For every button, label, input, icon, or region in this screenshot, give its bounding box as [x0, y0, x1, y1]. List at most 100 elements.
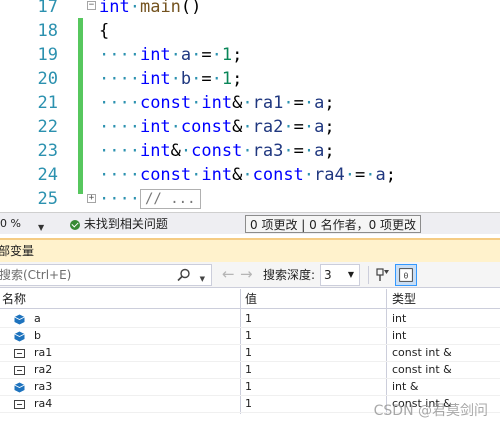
search-depth-select[interactable]: 3 ▼	[320, 264, 360, 286]
indent-marker: ····	[99, 165, 140, 185]
table-row[interactable]: ra3 1 int &	[0, 379, 500, 396]
variable-icon	[14, 382, 25, 393]
table-row[interactable]: a 1 int	[0, 311, 500, 328]
search-depth-value: 3	[324, 268, 332, 282]
row-value[interactable]: 1	[245, 396, 252, 412]
change-indicator-bar	[78, 18, 83, 194]
collapse-icon[interactable]: −	[87, 1, 96, 10]
editor-status-bar: 0 % ▼ 未找到相关问题 0 项更改 | 0 名作者，0 项更改	[0, 212, 500, 234]
search-icon[interactable]	[177, 268, 191, 282]
row-value[interactable]: 1	[245, 328, 252, 344]
variable-icon	[14, 314, 25, 325]
identifier: a	[314, 117, 325, 137]
semicolon: ;	[324, 117, 335, 137]
whitespace-marker: ·	[283, 141, 294, 161]
whitespace-marker: ·	[303, 117, 315, 137]
locals-toolbar: 搜索(Ctrl+E) ▼ ← → 搜索深度: 3 ▼ 0	[0, 262, 500, 288]
row-type: int	[392, 329, 407, 342]
code-line-21: ····const·int&·ra1·=·a;	[99, 91, 335, 115]
ampersand: &	[232, 117, 243, 137]
line-number: 25	[37, 189, 58, 209]
search-placeholder: 搜索(Ctrl+E)	[0, 268, 72, 282]
identifier: ra3	[252, 141, 284, 161]
collapsed-region[interactable]: // ...	[139, 189, 201, 209]
pin-filter-icon[interactable]	[374, 266, 392, 284]
whitespace-marker: ·	[365, 165, 376, 185]
arrow-left-icon[interactable]: ←	[222, 266, 235, 282]
function-name: main	[139, 0, 181, 17]
row-value[interactable]: 1	[245, 379, 252, 395]
whitespace-marker: ·	[211, 69, 222, 89]
indent-marker: ····	[99, 189, 140, 209]
semicolon: ;	[324, 93, 335, 113]
line-number: 22	[37, 117, 58, 137]
whitespace-marker: ·	[242, 165, 253, 185]
row-name: ra3	[34, 380, 53, 393]
semicolon: ;	[232, 69, 243, 89]
code-line-20: ····int·b·=·1;	[99, 67, 242, 91]
keyword: int	[99, 0, 130, 17]
operator: =	[293, 141, 304, 161]
table-row[interactable]: b 1 int	[0, 328, 500, 345]
whitespace-marker: ·	[170, 69, 181, 89]
semicolon: ;	[232, 45, 243, 65]
chevron-down-icon: ▼	[347, 270, 354, 279]
row-type: const int &	[392, 363, 452, 376]
operator: =	[201, 69, 212, 89]
indent-marker: ····	[99, 69, 140, 89]
row-type: int	[392, 312, 407, 325]
number-literal: 1	[221, 45, 233, 65]
search-input[interactable]: 搜索(Ctrl+E) ▼	[0, 264, 212, 286]
whitespace-marker: ·	[191, 93, 202, 113]
whitespace-marker: ·	[303, 93, 315, 113]
keyword: const	[180, 117, 233, 137]
reference-icon	[14, 349, 25, 358]
row-name: a	[34, 312, 41, 325]
hex-display-icon[interactable]: 0	[395, 264, 417, 286]
whitespace-marker: ·	[303, 141, 315, 161]
row-name: ra2	[34, 363, 53, 376]
keyword: const	[191, 141, 243, 161]
row-value[interactable]: 1	[245, 362, 252, 378]
line-number: 18	[37, 21, 58, 41]
row-value[interactable]: 1	[245, 345, 252, 361]
table-row[interactable]: ra1 1 const int &	[0, 345, 500, 362]
keyword: int	[201, 165, 233, 185]
operator: =	[201, 45, 212, 65]
whitespace-marker: ·	[211, 45, 222, 65]
chevron-down-icon: ▼	[38, 223, 45, 232]
indent-marker: ····	[99, 141, 140, 161]
whitespace-marker: ·	[242, 141, 253, 161]
search-depth-label: 搜索深度:	[263, 268, 316, 282]
operator: =	[293, 117, 304, 137]
row-name: ra1	[34, 346, 53, 359]
code-editor[interactable]: 17 18 19 20 21 22 23 24 25 − + int·main(…	[0, 0, 500, 212]
semicolon: ;	[385, 165, 397, 185]
identifier: a	[375, 165, 386, 185]
identifier: ra2	[252, 117, 284, 137]
indent-marker: ····	[99, 93, 140, 113]
reference-icon	[14, 400, 25, 409]
code-line-25: ····// ...	[99, 187, 201, 211]
column-header-value[interactable]: 值	[245, 289, 257, 309]
git-changes-indicator[interactable]: 0 项更改 | 0 名作者，0 项更改	[245, 215, 422, 233]
svg-text:0: 0	[404, 271, 409, 281]
row-type: int &	[392, 380, 419, 393]
row-value[interactable]: 1	[245, 311, 252, 327]
table-row[interactable]: ra2 1 const int &	[0, 362, 500, 379]
identifier: ra4	[314, 165, 345, 185]
zoom-dropdown[interactable]: 0 % ▼	[0, 215, 46, 233]
whitespace-marker: ·	[242, 93, 253, 113]
expand-icon[interactable]: +	[87, 194, 96, 203]
column-header-type[interactable]: 类型	[392, 289, 416, 309]
chevron-down-icon[interactable]: ▼	[200, 269, 205, 289]
issues-indicator[interactable]: 未找到相关问题	[70, 215, 168, 233]
column-header-name[interactable]: 名称	[2, 289, 26, 309]
indent-marker: ····	[99, 45, 140, 65]
arrow-right-icon[interactable]: →	[240, 266, 253, 282]
locals-panel-title-bar[interactable]: 部变量	[0, 238, 500, 262]
whitespace-marker: ·	[283, 93, 294, 113]
issues-text: 未找到相关问题	[83, 217, 168, 231]
whitespace-marker: ·	[191, 69, 202, 89]
panel-title: 部变量	[0, 244, 35, 258]
